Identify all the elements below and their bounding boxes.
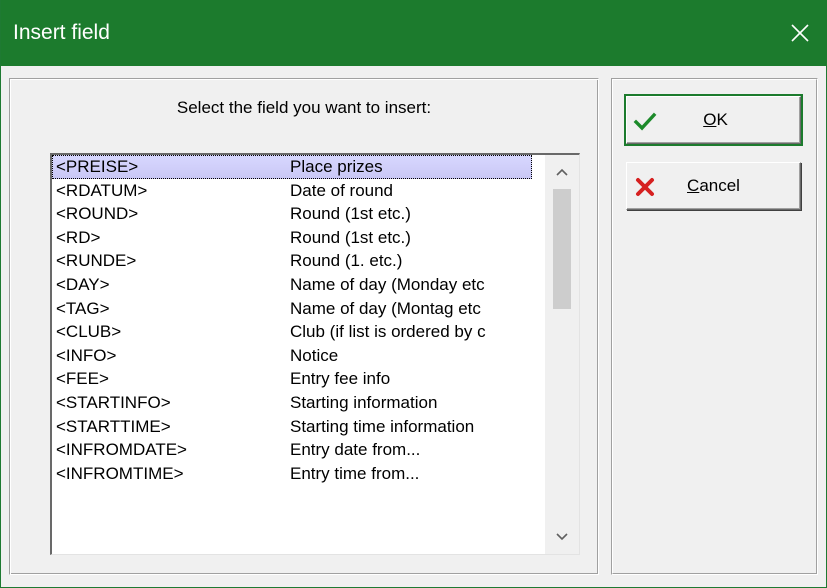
field-description: Notice (290, 345, 339, 365)
scroll-up-button[interactable] (545, 155, 579, 189)
field-code: <RDATUM> (56, 180, 148, 200)
field-description: Entry date from... (290, 440, 421, 460)
field-code: <INFROMDATE> (56, 440, 187, 460)
field-code: <TAG> (56, 298, 110, 318)
field-selection-panel: Select the field you want to insert: <PR… (9, 78, 599, 575)
field-description: Starting time information (290, 416, 475, 436)
field-description: Place prizes (290, 157, 383, 176)
field-code: <ROUND> (56, 204, 139, 224)
close-icon (791, 24, 809, 42)
chevron-down-icon (556, 533, 568, 541)
chevron-up-icon (556, 168, 568, 176)
list-item[interactable]: <STARTTIME> Starting time information (52, 415, 532, 439)
field-listbox[interactable]: <PREISE> Place prizes <RDATUM> Date of roun… (50, 153, 580, 555)
scroll-down-button[interactable] (545, 520, 579, 554)
ok-accelerator: O (703, 110, 717, 129)
insert-field-dialog: Insert field Select the field you want t… (0, 0, 827, 588)
field-description: Name of day (Montag etc (290, 298, 481, 318)
field-list-rows: <PREISE> Place prizes <RDATUM> Date of roun… (52, 155, 532, 485)
list-item[interactable]: <PREISE> Place prizes (52, 155, 532, 179)
field-code: <RD> (56, 227, 101, 247)
field-description: Entry time from... (290, 463, 420, 483)
field-code: <INFROMTIME> (56, 463, 184, 483)
scroll-thumb[interactable] (553, 189, 571, 309)
field-description: Round (1st etc.) (290, 227, 411, 247)
button-panel: OK Cancel (611, 78, 818, 575)
list-item[interactable]: <TAG> Name of day (Montag etc (52, 297, 532, 321)
ok-label-rest: K (716, 110, 728, 129)
field-code: <STARTINFO> (56, 392, 171, 412)
list-item[interactable]: <INFROMTIME> Entry time from... (52, 462, 532, 486)
list-item[interactable]: <CLUB> Club (if list is ordered by c (52, 320, 532, 344)
list-item[interactable]: <RDATUM> Date of round (52, 179, 532, 203)
cancel-accelerator: C (687, 176, 700, 195)
field-code: <INFO> (56, 345, 117, 365)
cancel-button[interactable]: Cancel (626, 162, 801, 210)
close-button[interactable] (772, 0, 827, 66)
field-description: Name of day (Monday etc (290, 274, 485, 294)
field-code: <CLUB> (56, 322, 122, 342)
panel-bevel (612, 79, 817, 574)
list-item[interactable]: <RD> Round (1st etc.) (52, 226, 532, 250)
list-item[interactable]: <INFO> Notice (52, 344, 532, 368)
list-item[interactable]: <STARTINFO> Starting information (52, 391, 532, 415)
cancel-button-label: Cancel (627, 163, 800, 209)
cancel-label-rest: ancel (699, 176, 740, 195)
field-description: Round (1st etc.) (290, 204, 411, 224)
ok-button-label: OK (629, 97, 802, 143)
field-code: <STARTTIME> (56, 416, 171, 436)
field-code: <FEE> (56, 369, 109, 389)
list-item[interactable]: <INFROMDATE> Entry date from... (52, 438, 532, 462)
field-description: Date of round (290, 180, 394, 200)
window-title: Insert field (13, 21, 110, 44)
field-code: <RUNDE> (56, 251, 137, 271)
field-description: Starting information (290, 392, 438, 412)
list-item[interactable]: <FEE> Entry fee info (52, 367, 532, 391)
instruction-label: Select the field you want to insert: (176, 98, 432, 117)
list-item[interactable]: <RUNDE> Round (1. etc.) (52, 249, 532, 273)
field-code: <DAY> (56, 274, 110, 294)
ok-button[interactable]: OK (624, 94, 803, 146)
field-code: <PREISE> (56, 157, 139, 176)
title-bar[interactable]: Insert field (1, 0, 827, 66)
field-description: Club (if list is ordered by c (290, 322, 486, 342)
list-item[interactable]: <DAY> Name of day (Monday etc (52, 273, 532, 297)
field-description: Round (1. etc.) (290, 251, 403, 271)
list-item[interactable]: <ROUND> Round (1st etc.) (52, 202, 532, 226)
field-description: Entry fee info (290, 369, 391, 389)
vertical-scrollbar[interactable] (545, 155, 579, 554)
